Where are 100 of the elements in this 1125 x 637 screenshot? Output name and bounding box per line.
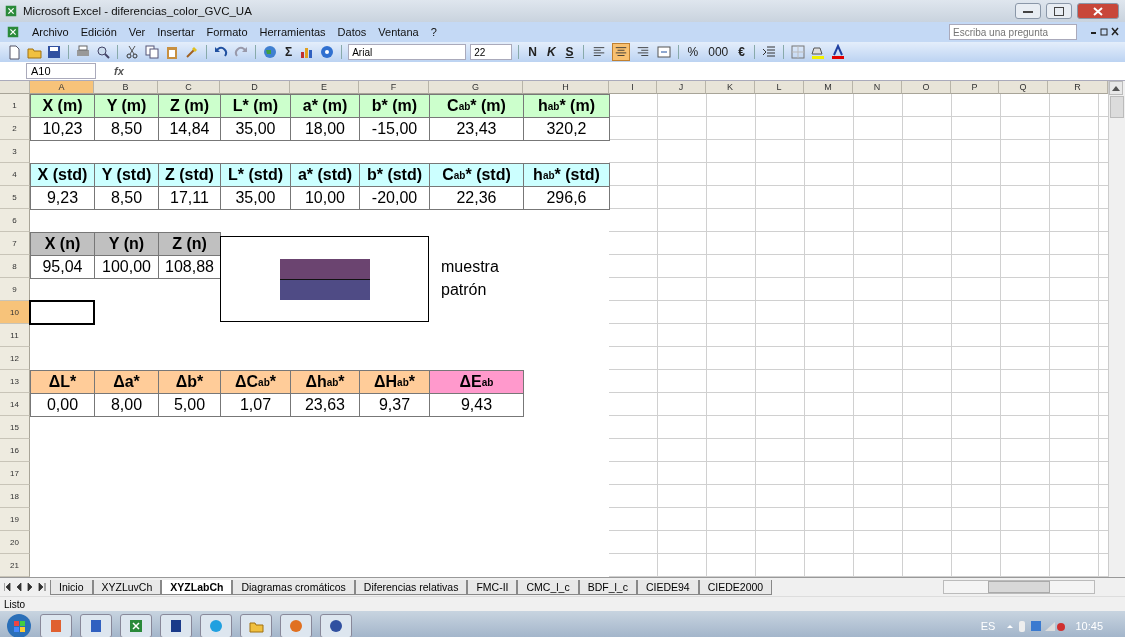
column-header[interactable]: L [755, 81, 804, 94]
column-header[interactable]: G [429, 81, 523, 94]
row-header[interactable]: 7 [0, 232, 30, 255]
menu-item[interactable]: Archivo [32, 26, 69, 38]
row-header[interactable]: 3 [0, 140, 30, 163]
scissors-icon[interactable] [124, 44, 140, 60]
align-button[interactable] [611, 43, 630, 61]
italic-button[interactable]: K [543, 44, 559, 60]
autosum-button[interactable]: Σ [282, 44, 296, 60]
row-header[interactable]: 6 [0, 209, 30, 232]
row-header[interactable]: 2 [0, 117, 30, 140]
column-header[interactable]: A [30, 81, 94, 94]
column-header[interactable]: Q [999, 81, 1048, 94]
column-header[interactable]: P [951, 81, 999, 94]
tray-icons-drawing[interactable] [1005, 618, 1066, 633]
column-header[interactable]: K [706, 81, 755, 94]
column-header[interactable]: B [94, 81, 158, 94]
magnifier-icon[interactable] [95, 44, 111, 60]
taskbar-app-button[interactable] [80, 613, 112, 637]
sheet-tab[interactable]: Inicio [50, 579, 93, 595]
sheet-tab[interactable]: CIEDE94 [636, 579, 699, 595]
close-button[interactable] [1077, 3, 1119, 19]
tab-scroll-icon[interactable] [37, 583, 46, 591]
spreadsheet-icon[interactable] [4, 4, 18, 18]
column-header[interactable]: N [853, 81, 902, 94]
row-header[interactable]: 9 [0, 278, 30, 301]
menu-item[interactable]: Insertar [157, 26, 195, 38]
row-header[interactable]: 18 [0, 485, 30, 508]
minimize-button[interactable] [1015, 3, 1041, 19]
sheet-tab[interactable]: XYZLuvCh [92, 579, 162, 595]
row-header[interactable]: 10 [0, 301, 30, 324]
taskbar-app-button[interactable] [160, 613, 192, 637]
sheet-tab[interactable]: BDF_l_c [578, 579, 637, 595]
indent-icon[interactable] [760, 44, 777, 60]
merge-icon[interactable] [655, 44, 672, 60]
column-header[interactable]: H [523, 81, 609, 94]
column-header[interactable]: R [1048, 81, 1108, 94]
percent-button[interactable]: % [684, 44, 702, 60]
menu-item[interactable]: Formato [206, 26, 248, 38]
row-header[interactable]: 15 [0, 416, 30, 439]
row-header[interactable]: 8 [0, 255, 30, 278]
save-icon[interactable] [46, 44, 62, 60]
font-field[interactable]: Arial [348, 44, 467, 60]
row-header[interactable]: 12 [0, 347, 30, 370]
row-header[interactable]: 11 [0, 324, 30, 347]
column-header[interactable]: F [359, 81, 429, 94]
column-header[interactable]: E [290, 81, 359, 94]
euro-button[interactable]: € [735, 44, 748, 60]
bucket-icon[interactable] [809, 44, 826, 60]
new-file-icon[interactable] [6, 44, 22, 60]
row-header[interactable]: 1 [0, 94, 30, 117]
taskbar-app-button[interactable] [120, 613, 152, 637]
row-header[interactable]: 13 [0, 370, 30, 393]
column-header[interactable]: I [609, 81, 657, 94]
row-header[interactable]: 16 [0, 439, 30, 462]
sheet-tab[interactable]: Diferencias relativas [354, 579, 468, 595]
row-header[interactable]: 21 [0, 554, 30, 577]
taskbar-app-button[interactable] [320, 613, 352, 637]
font-color-icon[interactable] [829, 44, 846, 60]
sheet-tab[interactable]: CMC_l_c [517, 579, 579, 595]
font-size-field[interactable]: 22 [470, 44, 513, 60]
row-header[interactable]: 20 [0, 531, 30, 554]
start-button[interactable] [6, 612, 32, 637]
maximize-button[interactable] [1046, 3, 1072, 19]
help-icon[interactable] [319, 44, 336, 60]
column-header[interactable]: O [902, 81, 951, 94]
sheet-tab[interactable]: Diagramas cromáticos [232, 579, 355, 595]
row-header[interactable]: 19 [0, 508, 30, 531]
row-header[interactable]: 14 [0, 393, 30, 416]
row-header[interactable]: 5 [0, 186, 30, 209]
thousands-button[interactable]: 000 [705, 44, 732, 60]
help-search-field[interactable]: Escriba una pregunta [949, 24, 1077, 40]
brush-icon[interactable] [184, 44, 200, 60]
column-header[interactable]: M [804, 81, 853, 94]
menu-item[interactable]: ? [430, 26, 437, 38]
menu-item[interactable]: Edición [80, 26, 117, 38]
tab-scroll-icon[interactable] [4, 583, 13, 591]
sheet-tab[interactable]: CIEDE2000 [698, 579, 773, 595]
globe-icon[interactable] [262, 44, 278, 60]
menu-item[interactable]: Ver [128, 26, 146, 38]
copy-icon[interactable] [144, 44, 160, 60]
scroll-up-button[interactable] [1109, 81, 1123, 95]
row-header[interactable]: 17 [0, 462, 30, 485]
active-cell[interactable] [29, 300, 95, 325]
bold-button[interactable]: N [525, 44, 540, 60]
sheet-tab[interactable]: FMC-II [467, 579, 518, 595]
horizontal-scrollbar[interactable] [943, 580, 1095, 594]
clipboard-icon[interactable] [164, 44, 180, 60]
spreadsheet-icon[interactable] [6, 25, 20, 39]
scroll-thumb[interactable] [1110, 96, 1124, 118]
column-header[interactable]: C [158, 81, 220, 94]
function-button[interactable]: fx [114, 65, 124, 77]
name-box[interactable]: A10 [26, 63, 96, 79]
menu-item[interactable]: Herramientas [259, 26, 326, 38]
sheet-tab[interactable]: XYZLabCh [161, 579, 233, 595]
column-header[interactable]: J [657, 81, 706, 94]
menu-item[interactable]: Datos [337, 26, 367, 38]
row-header[interactable]: 4 [0, 163, 30, 186]
column-header[interactable]: D [220, 81, 290, 94]
window-controls-icon[interactable] [1089, 27, 1119, 37]
